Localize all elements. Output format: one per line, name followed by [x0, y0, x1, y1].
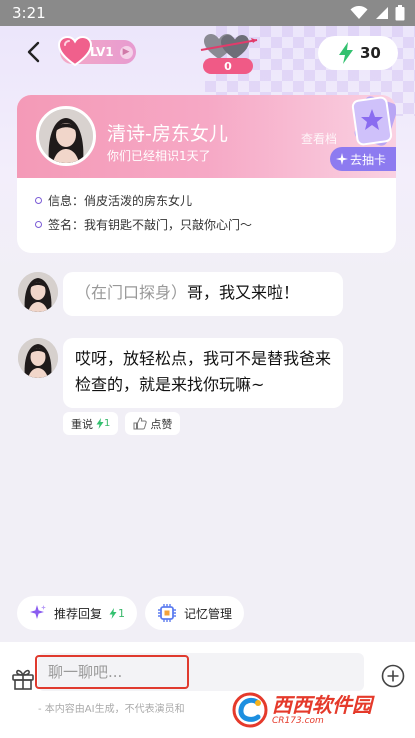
redo-cost: 1: [104, 418, 111, 429]
lightning-icon: [339, 42, 353, 64]
chat-input-container: [35, 653, 364, 691]
chevron-right-icon: ▶: [119, 45, 133, 59]
like-label: 点赞: [150, 417, 173, 431]
lightning-icon: [96, 418, 104, 429]
intimacy-level-badge[interactable]: LV1 ▶: [58, 36, 136, 67]
energy-value: 30: [360, 44, 381, 62]
back-arrow-icon[interactable]: [22, 40, 46, 64]
highlight-box: [35, 655, 189, 689]
chat-message: （在门口探身）哥，我又来啦！: [18, 272, 343, 316]
heart-count: 0: [203, 58, 253, 74]
gift-icon[interactable]: [11, 666, 35, 690]
like-button[interactable]: 点赞: [125, 412, 181, 435]
info-value: 俏皮活泼的房东女儿: [84, 193, 193, 208]
heart-counter[interactable]: 0: [197, 32, 261, 76]
message-bubble: 哎呀，放轻松点，我可不是替我爸来检查的，就是来找你玩嘛~: [63, 338, 343, 408]
bullet-icon: [35, 196, 42, 204]
redo-cost-badge: 1: [96, 418, 110, 429]
watermark: 西西软件园 CR173.com: [232, 688, 402, 732]
chat-message: 哎呀，放轻松点，我可不是替我爸来检查的，就是来找你玩嘛~: [18, 338, 343, 408]
suggested-reply-button[interactable]: 推荐回复 1: [17, 596, 138, 630]
signature-row: 签名： 我有钥匙不敲门，只敲你心门～: [17, 212, 396, 236]
lightning-icon: [109, 607, 117, 619]
sparkle-icon: [30, 605, 46, 619]
message-bubble: （在门口探身）哥，我又来啦！: [63, 272, 343, 316]
draw-card-button[interactable]: 去抽卡: [330, 147, 396, 171]
message-actions: 重说 1 点赞: [63, 412, 181, 435]
memory-management-button[interactable]: 记忆管理: [145, 596, 245, 630]
profile-header: 清诗-房东女儿 你们已经相识1天了 查看档 去抽卡: [17, 95, 396, 178]
memory-management-label: 记忆管理: [184, 606, 233, 621]
redo-label: 重说: [71, 417, 93, 431]
view-profile-link[interactable]: 查看档: [301, 130, 337, 147]
suggested-reply-cost-badge: 1: [109, 607, 125, 620]
draw-card-label: 去抽卡: [350, 152, 387, 167]
energy-balance[interactable]: 30: [318, 36, 398, 70]
signal-icon: [376, 7, 388, 19]
card-deck-icon: [351, 96, 396, 146]
message-action: （在门口探身）: [75, 283, 188, 302]
profile-details: 信息： 俏皮活泼的房东女儿 签名： 我有钥匙不敲门，只敲你心门～: [17, 178, 396, 236]
suggested-reply-cost: 1: [118, 606, 126, 620]
add-icon[interactable]: [381, 664, 405, 688]
heart-icon: [58, 36, 92, 67]
watermark-title: 西西软件园: [272, 692, 372, 717]
chip-icon: [158, 604, 177, 622]
watermark-text: 西西软件园 CR173.com: [272, 694, 372, 727]
status-bar: 3:21: [0, 0, 415, 26]
character-name: 清诗-房东女儿: [107, 123, 228, 145]
info-row: 信息： 俏皮活泼的房东女儿: [17, 188, 396, 212]
redo-button[interactable]: 重说 1: [63, 412, 119, 435]
suggested-reply-label: 推荐回复: [54, 606, 103, 621]
wifi-icon: [350, 6, 368, 19]
signature-label: 签名: [48, 217, 73, 232]
message-avatar[interactable]: [18, 338, 58, 378]
level-label: LV1: [90, 45, 114, 59]
ai-disclaimer: - 本内容由AI生成，不代表演员和: [38, 704, 185, 715]
status-time: 3:21: [12, 4, 46, 22]
signature-value: 我有钥匙不敲门，只敲你心门～: [84, 217, 253, 232]
acquaintance-days: 你们已经相识1天了: [107, 149, 211, 163]
message-text: 哎呀，放轻松点，我可不是替我爸来检查的，就是来找你玩嘛~: [75, 349, 332, 394]
quick-actions: 推荐回复 1 记忆管理: [17, 596, 245, 630]
thumbs-up-icon: [133, 417, 148, 430]
status-icons: [350, 5, 405, 21]
bullet-icon: [35, 220, 42, 228]
nav-bar: LV1 ▶ 0 30: [0, 30, 415, 74]
message-avatar[interactable]: [18, 272, 58, 312]
watermark-logo-icon: [232, 692, 268, 728]
character-profile-card[interactable]: 清诗-房东女儿 你们已经相识1天了 查看档 去抽卡 信息： 俏皮活泼的房东女儿 …: [17, 95, 396, 253]
message-text: 哥，我又来啦！: [187, 283, 300, 302]
sparkle-icon: [336, 153, 348, 165]
watermark-url: CR173.com: [272, 715, 324, 726]
info-label: 信息: [48, 193, 73, 208]
battery-icon: [395, 5, 405, 21]
character-avatar[interactable]: [36, 106, 96, 166]
